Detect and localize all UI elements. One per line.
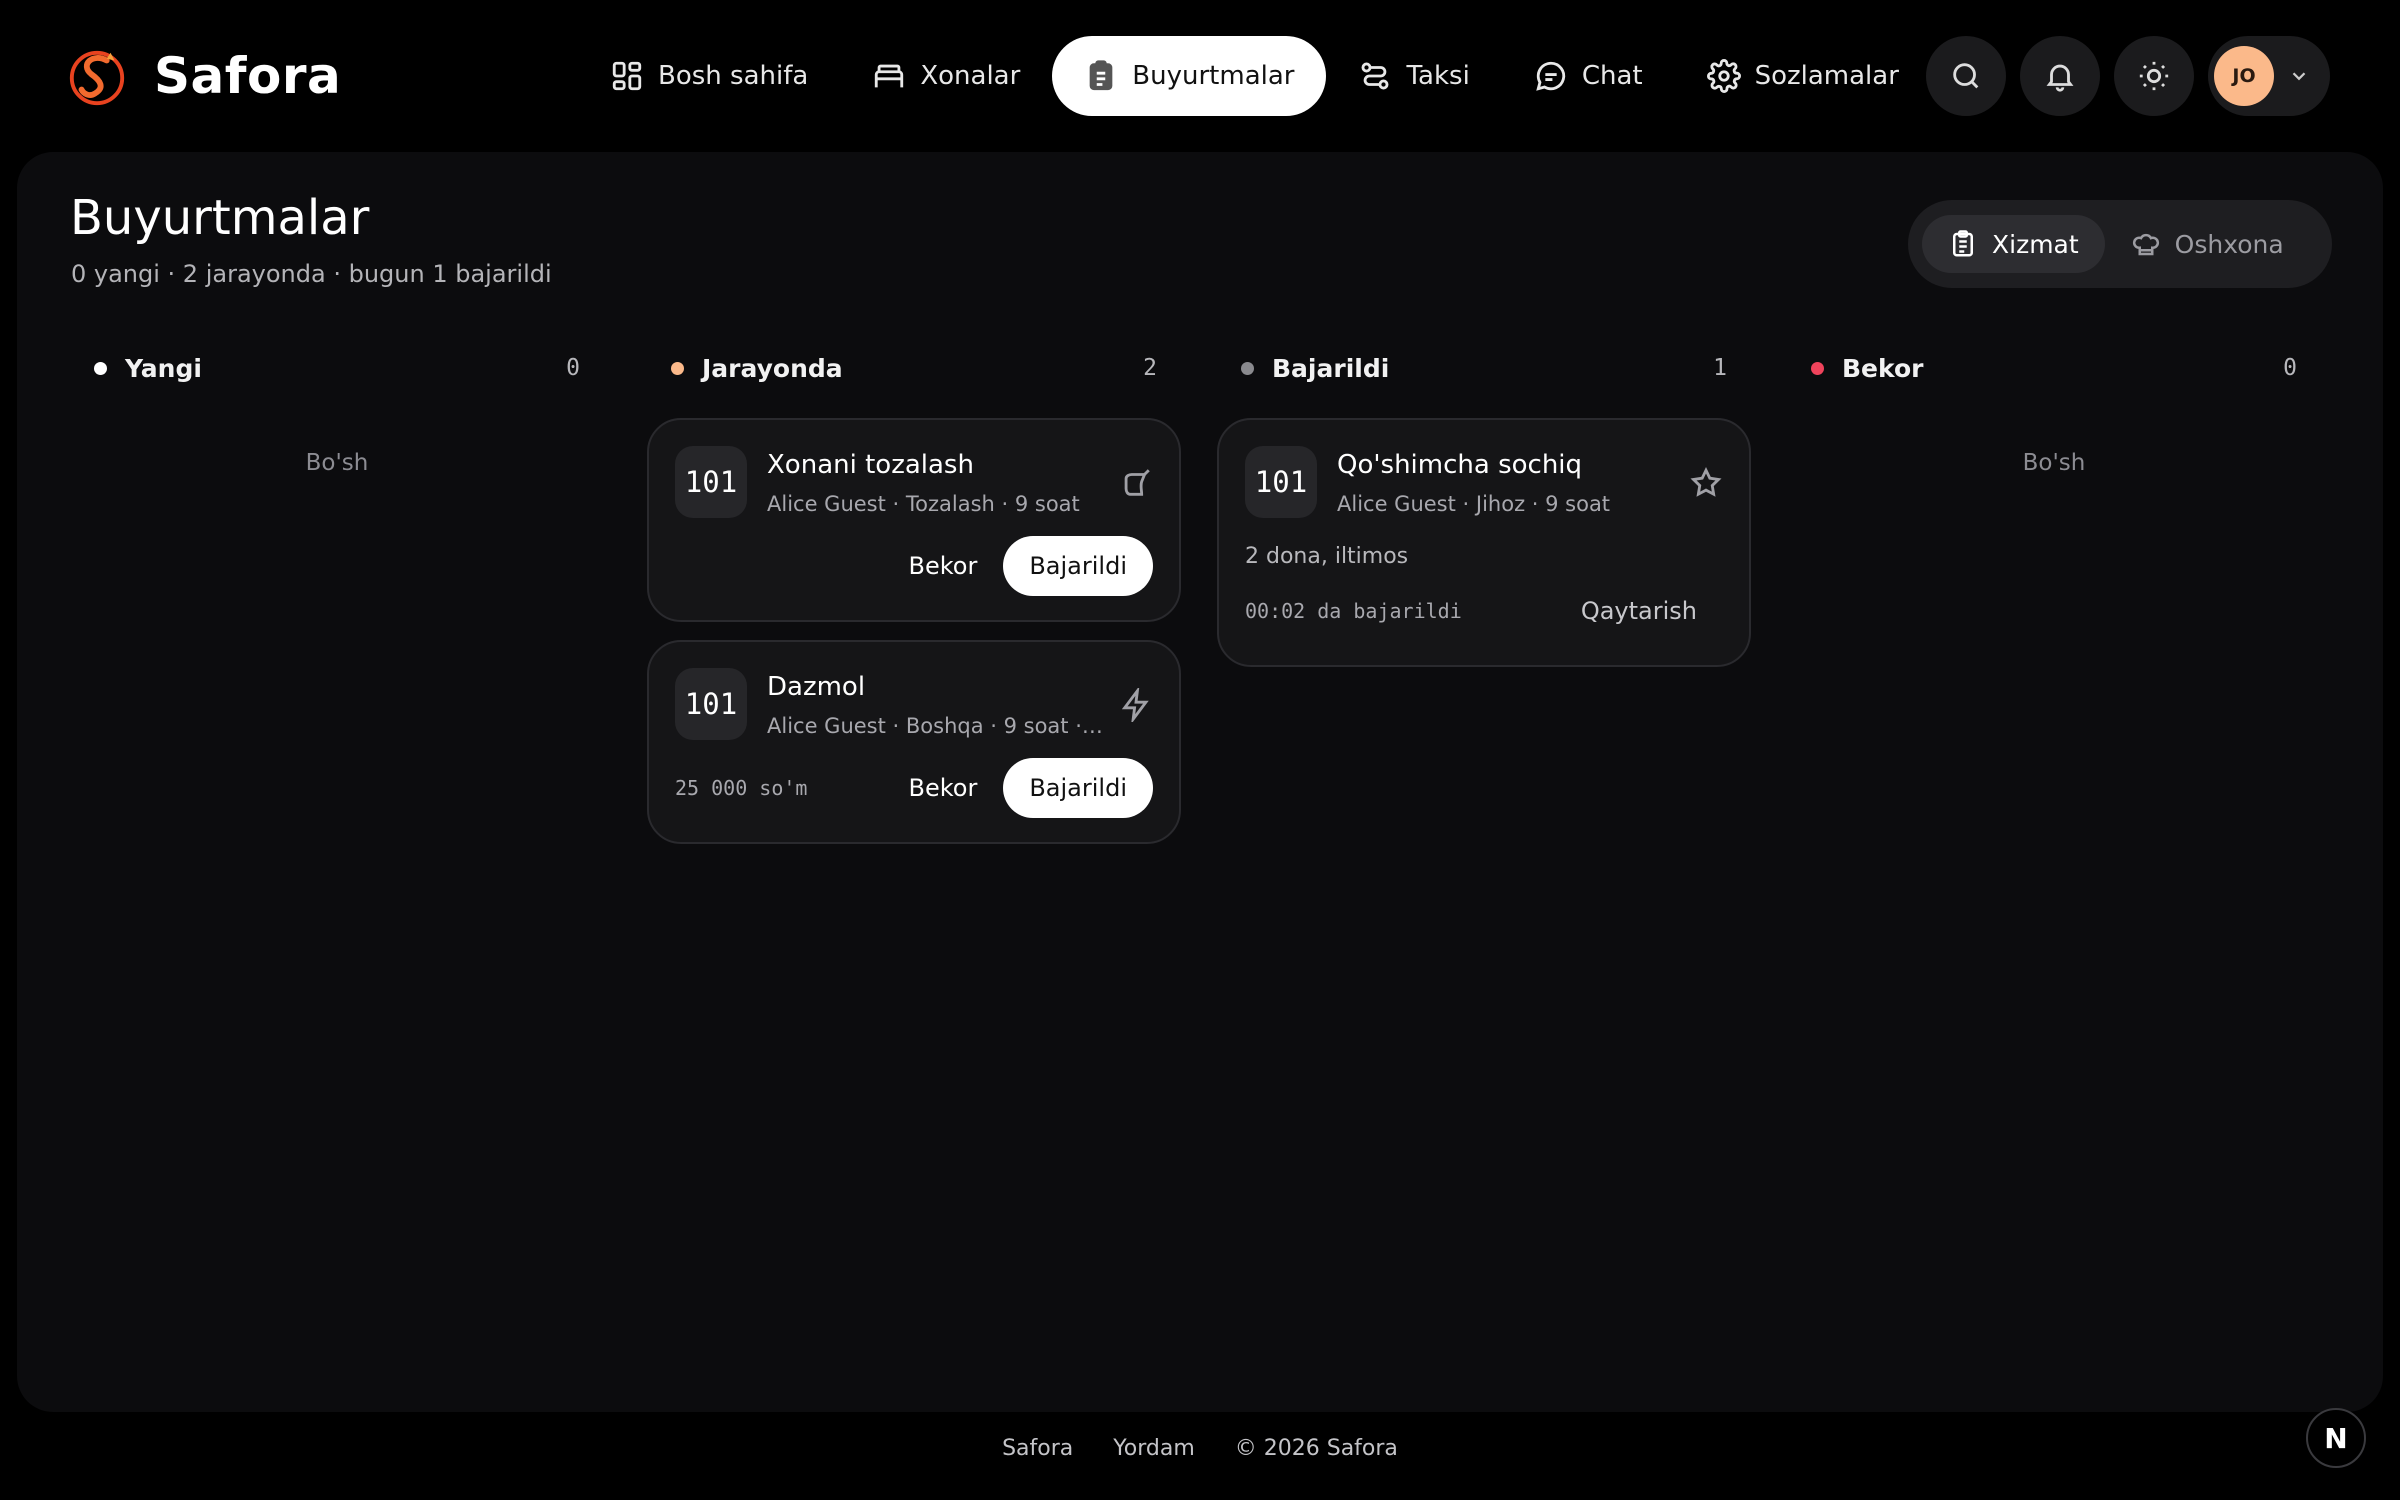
dev-tools-badge[interactable]: N [2306, 1408, 2366, 1468]
nav-item-label: Buyurtmalar [1132, 61, 1295, 91]
page-title: Buyurtmalar [70, 190, 370, 246]
cancel-button[interactable]: Bekor [883, 536, 1004, 596]
theme-toggle-button[interactable] [2114, 36, 2194, 116]
empty-state: Bo'sh [2022, 450, 2086, 476]
segment-label: Oshxona [2174, 229, 2284, 259]
search-button[interactable] [1926, 36, 2006, 116]
order-title: Xonani tozalash [767, 450, 974, 480]
bed-icon [875, 64, 904, 88]
room-number: 101 [675, 668, 747, 740]
order-meta: Alice Guest · Tozalash · 9 soat [767, 492, 1080, 516]
safora-logo-icon [69, 50, 125, 106]
nav-item-label: Chat [1581, 61, 1643, 91]
order-note: 2 dona, iltimos [1245, 544, 1409, 569]
order-meta: Alice Guest · Boshqa · 9 soat · x... [767, 714, 1107, 738]
column-header: Yangi 0 [70, 348, 604, 388]
footer-link-yordam[interactable]: Yordam [1113, 1436, 1195, 1461]
order-card[interactable]: 101 Xonani tozalash Alice Guest · Tozala… [647, 418, 1181, 622]
cancel-button[interactable]: Bekor [883, 758, 1004, 818]
room-number: 101 [675, 446, 747, 518]
status-dot [94, 361, 107, 375]
empty-state: Bo'sh [305, 450, 369, 476]
order-meta: Alice Guest · Jihoz · 9 soat [1337, 492, 1611, 516]
done-button[interactable]: Bajarildi [1003, 758, 1153, 818]
nav-item-buyurtmalar[interactable]: Buyurtmalar [1052, 36, 1327, 116]
nav-item-label: Xonalar [920, 61, 1021, 91]
room-number: 101 [1245, 446, 1317, 518]
column-jarayonda: Jarayonda 2 101 Xonani tozalash Alice Gu… [647, 348, 1181, 844]
clipboard-icon [1953, 230, 1973, 257]
order-card[interactable]: 101 Dazmol Alice Guest · Boshqa · 9 soat… [647, 640, 1181, 844]
card-list: 101 Qo'shimcha sochiq Alice Guest · Jiho… [1217, 418, 1751, 667]
order-type-switch: Xizmat Oshxona [1908, 200, 2332, 288]
clipboard-icon [1089, 60, 1113, 91]
card-list: 101 Xonani tozalash Alice Guest · Tozala… [647, 418, 1181, 844]
gear-icon [1706, 59, 1741, 93]
undo-button[interactable]: Qaytarish [1555, 581, 1723, 641]
column-title: Jarayonda [702, 353, 843, 383]
footer-link-safora[interactable]: Safora [1002, 1436, 1073, 1461]
order-title: Qo'shimcha sochiq [1337, 450, 1583, 480]
column-header: Bajarildi 1 [1217, 348, 1751, 388]
status-dot [1811, 361, 1824, 375]
spray-icon [1119, 466, 1153, 500]
search-icon [1953, 63, 1979, 89]
nav-item-label: Bosh sahifa [658, 61, 809, 91]
header-actions: JO [1926, 36, 2330, 116]
segment-xizmat[interactable]: Xizmat [1922, 215, 2105, 273]
footer: Safora Yordam © 2026 Safora [0, 1436, 2400, 1461]
sun-icon [2139, 61, 2169, 91]
avatar: JO [2214, 46, 2274, 106]
column-title: Bekor [1842, 353, 1924, 383]
column-bajarildi: Bajarildi 1 101 Qo'shimcha sochiq Alice … [1217, 348, 1751, 667]
order-price: 25 000 so'm [675, 776, 808, 800]
main-nav: Bosh sahifa Xonalar Buyurtmalar Taksi Ch… [578, 36, 1931, 116]
route-icon [1362, 62, 1389, 90]
segment-label: Xizmat [1992, 229, 2079, 259]
column-yangi: Yangi 0 Bo'sh [70, 348, 604, 476]
top-header: Safora Bosh sahifa Xonalar Buyurtmalar T… [0, 0, 2400, 152]
column-bekor: Bekor 0 Bo'sh [1787, 348, 2321, 476]
column-title: Bajarildi [1272, 353, 1390, 383]
app-name: Safora [154, 47, 342, 105]
nav-item-label: Sozlamalar [1754, 61, 1899, 91]
app-logo[interactable]: Safora [66, 44, 341, 108]
dashboard-grid-icon [612, 61, 642, 91]
status-dot [671, 361, 684, 375]
status-dot [1241, 361, 1254, 375]
done-button[interactable]: Bajarildi [1003, 536, 1153, 596]
column-count: 0 [2283, 355, 2297, 381]
column-count: 2 [1143, 355, 1157, 381]
completed-time: 00:02 da bajarildi [1245, 599, 1462, 623]
star-icon[interactable] [1689, 466, 1723, 500]
footer-copyright: © 2026 Safora [1234, 1436, 1398, 1461]
nav-item-bosh-sahifa[interactable]: Bosh sahifa [578, 36, 840, 116]
nav-item-chat[interactable]: Chat [1502, 36, 1675, 116]
nav-item-label: Taksi [1406, 61, 1470, 91]
segment-oshxona[interactable]: Oshxona [2105, 215, 2310, 273]
user-menu[interactable]: JO [2208, 36, 2330, 116]
column-header: Jarayonda 2 [647, 348, 1181, 388]
nav-item-xonalar[interactable]: Xonalar [840, 36, 1052, 116]
column-count: 1 [1713, 355, 1727, 381]
chef-hat-icon [2132, 233, 2159, 256]
page-subtitle: 0 yangi · 2 jarayonda · bugun 1 bajarild… [71, 260, 552, 288]
column-title: Yangi [125, 353, 202, 383]
nav-item-taksi[interactable]: Taksi [1326, 36, 1501, 116]
lightning-icon [1119, 685, 1153, 725]
column-header: Bekor 0 [1787, 348, 2321, 388]
chat-bubble-icon [1536, 61, 1565, 91]
nav-item-sozlamalar[interactable]: Sozlamalar [1675, 36, 1931, 116]
column-count: 0 [566, 355, 580, 381]
bell-icon [2046, 64, 2074, 92]
notifications-button[interactable] [2020, 36, 2100, 116]
chevron-down-icon [2292, 72, 2306, 81]
order-card[interactable]: 101 Qo'shimcha sochiq Alice Guest · Jiho… [1217, 418, 1751, 667]
order-title: Dazmol [767, 672, 866, 702]
main-panel: Buyurtmalar 0 yangi · 2 jarayonda · bugu… [17, 152, 2383, 1412]
